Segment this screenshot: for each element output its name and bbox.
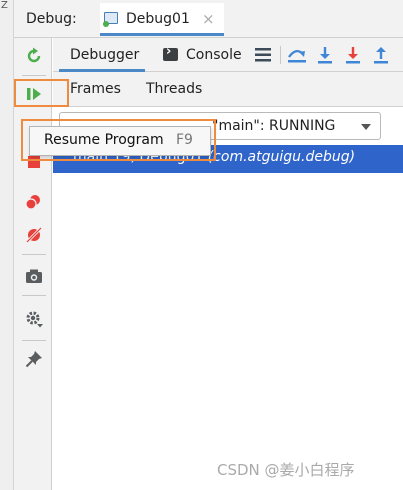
tooltip-label: Resume Program bbox=[44, 132, 164, 148]
toolbar-separator bbox=[22, 340, 46, 341]
debugger-toolbar: Debugger Console bbox=[53, 38, 403, 72]
tab-frames[interactable]: Frames bbox=[70, 81, 121, 97]
tab-threads[interactable]: Threads bbox=[146, 81, 202, 97]
tab-debugger[interactable]: Debugger bbox=[59, 38, 145, 72]
mute-breakpoints-icon bbox=[25, 226, 43, 244]
stop-icon bbox=[28, 156, 40, 168]
debug-config-icon bbox=[103, 12, 118, 27]
step-into-icon bbox=[318, 47, 332, 64]
frame-package: (com.atguigu.debug) bbox=[207, 149, 356, 165]
chevron-down-icon bbox=[361, 124, 371, 130]
step-into-button[interactable] bbox=[314, 44, 336, 66]
force-step-into-icon bbox=[346, 47, 360, 64]
tab-debug01-label: Debug01 bbox=[126, 11, 190, 27]
left-edge-strip: Z bbox=[0, 0, 14, 490]
rerun-icon bbox=[27, 47, 41, 63]
tab-debug01[interactable]: Debug01 × bbox=[100, 3, 224, 36]
mute-breakpoints-button[interactable] bbox=[23, 224, 45, 246]
close-tab-icon[interactable]: × bbox=[202, 10, 215, 28]
thread-selector-value: "main": RUNNING bbox=[212, 118, 336, 134]
step-out-button[interactable] bbox=[370, 44, 392, 66]
left-toolbar bbox=[14, 38, 52, 490]
toolbar-separator bbox=[22, 254, 46, 255]
hamburger-menu-icon bbox=[255, 48, 271, 62]
resume-program-button[interactable] bbox=[23, 83, 45, 105]
resume-program-tooltip: Resume Program F9 bbox=[29, 126, 211, 156]
settings-button[interactable] bbox=[23, 308, 45, 330]
force-step-into-button[interactable] bbox=[342, 44, 364, 66]
frames-threads-tabs: Frames Threads bbox=[53, 72, 403, 107]
tooltip-shortcut: F9 bbox=[176, 132, 193, 148]
toolbar-separator bbox=[22, 75, 46, 76]
layout-menu-button[interactable] bbox=[252, 44, 274, 66]
pin-tab-button[interactable] bbox=[23, 348, 45, 370]
view-breakpoints-icon bbox=[25, 195, 40, 210]
rerun-button[interactable] bbox=[23, 45, 45, 67]
debug-header: Debug: Debug01 × bbox=[14, 0, 403, 38]
console-icon bbox=[163, 44, 178, 61]
watermark: CSDN @姜小白程序 bbox=[217, 461, 355, 479]
get-thread-dump-button[interactable] bbox=[23, 265, 45, 287]
step-over-icon bbox=[288, 50, 306, 63]
toolbar-separator bbox=[280, 46, 281, 64]
pin-icon bbox=[25, 351, 42, 368]
step-out-icon bbox=[374, 47, 388, 64]
debug-tool-window: Z Debug: Debug01 × Debugger › Console Fr… bbox=[0, 0, 403, 490]
toolbar-separator bbox=[22, 295, 46, 296]
resume-icon bbox=[27, 88, 41, 100]
camera-icon bbox=[26, 269, 42, 283]
settings-icon bbox=[26, 311, 43, 328]
tab-console[interactable]: Console bbox=[186, 38, 242, 72]
view-breakpoints-button[interactable] bbox=[23, 191, 45, 213]
step-over-button[interactable] bbox=[286, 44, 308, 66]
debug-title: Debug: bbox=[26, 11, 77, 27]
edge-glyph: Z bbox=[1, 0, 8, 11]
